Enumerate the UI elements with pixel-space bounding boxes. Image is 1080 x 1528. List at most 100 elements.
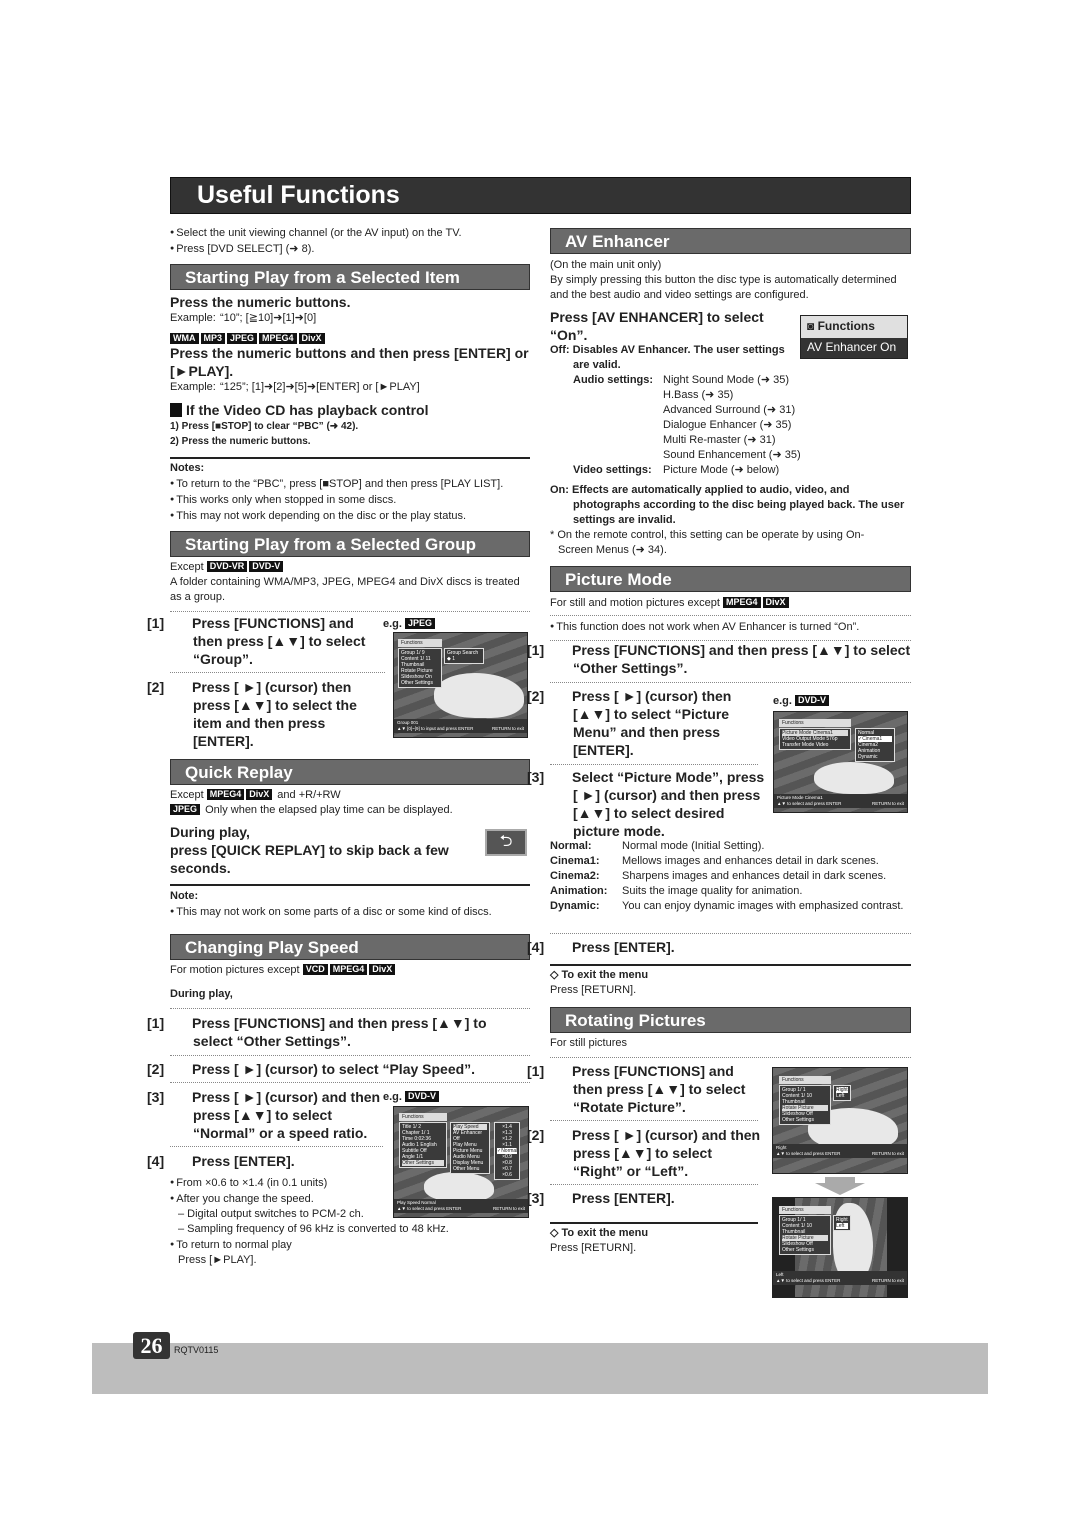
step-number: [2] bbox=[527, 1127, 545, 1143]
speed-step-4: [4] Press [ENTER]. bbox=[147, 1152, 385, 1170]
audio-item: Multi Re-master (➜ 31) bbox=[663, 434, 776, 446]
mode-name: Cinema1: bbox=[550, 855, 600, 867]
status-bar: Group 001 ▲▼ [0]~[9] to input and press E… bbox=[394, 719, 527, 733]
disc-tag: WMA bbox=[170, 333, 199, 344]
step-number: [1] bbox=[147, 1015, 165, 1031]
menu-item-selected: Other Settings bbox=[402, 1160, 444, 1166]
disc-tag: JPEG bbox=[227, 333, 258, 344]
exit-menu-note: ◇ To exit the menu Press [RETURN]. bbox=[550, 968, 911, 998]
picture-step-2: [2] Press [ ►] (cursor) then [▲▼] to sele… bbox=[527, 687, 760, 759]
step-number: [3] bbox=[527, 769, 545, 785]
mode-definition: Cinema2: Sharpens images and enhances det… bbox=[550, 869, 911, 884]
exit-label: ◇ To exit the menu bbox=[550, 969, 649, 981]
note-sub: – Sampling frequency of 96 kHz is conver… bbox=[178, 1223, 449, 1235]
menu-item: Transfer Mode Video bbox=[782, 742, 829, 748]
step-text: Press [ ►] (cursor) and then press [▲▼] … bbox=[192, 1089, 381, 1141]
status-line: ▲▼ to select and press ENTER bbox=[776, 1151, 841, 1156]
other-settings-menu: Play Speed AV Enhancer Off Play Menu Pictur… bbox=[450, 1122, 490, 1174]
page-number: 26 bbox=[133, 1332, 170, 1359]
display-title: Functions bbox=[817, 319, 875, 333]
tv-screen-picture-mode: Functions Picture Mode Cinema1 Video Out… bbox=[773, 711, 908, 813]
status-line: ▲▼ to select and press ENTER bbox=[776, 1278, 841, 1283]
menu-header: Functions bbox=[398, 639, 442, 647]
step-number: [3] bbox=[527, 1190, 545, 1206]
on-text: Effects are automatically applied to aud… bbox=[572, 484, 905, 526]
off-label: Off: bbox=[550, 344, 570, 356]
step-text: Press [FUNCTIONS] and then press [▲▼] to… bbox=[192, 615, 366, 667]
status-line: RETURN to exit bbox=[871, 801, 904, 806]
picture-mode-options: Normal ✓Cinema1 Cinema2 Animation Dynami… bbox=[855, 728, 895, 762]
subheading: Press the numeric buttons. bbox=[170, 294, 351, 310]
intro: Select the unit viewing channel (or the … bbox=[170, 225, 530, 257]
intro-line: By simply pressing this button the disc … bbox=[550, 274, 897, 301]
exit-text: Press [RETURN]. bbox=[550, 1242, 637, 1254]
example-label: Example: bbox=[170, 312, 216, 324]
section-heading-play-speed: Changing Play Speed bbox=[170, 934, 530, 960]
mode-definition: Cinema1: Mellows images and enhances deta… bbox=[550, 854, 911, 869]
for-text: For still pictures bbox=[550, 1037, 628, 1049]
picture-mode-intro: For still and motion pictures except MPE… bbox=[550, 596, 911, 641]
mode-desc: You can enjoy dynamic images with emphas… bbox=[622, 900, 904, 912]
step-text: Press [FUNCTIONS] and then press [▲▼] to… bbox=[572, 1063, 746, 1115]
disc-tag: JPEG bbox=[405, 618, 436, 629]
menu-item: AV Enhancer Off bbox=[453, 1130, 483, 1142]
section-heading-selected-group: Starting Play from a Selected Group bbox=[170, 531, 530, 557]
step-number: [4] bbox=[527, 939, 545, 955]
status-line: RETURN to exit bbox=[871, 1151, 904, 1156]
step-number: [3] bbox=[147, 1089, 165, 1105]
step-text: Press [ ►] (cursor) and then press [▲▼] … bbox=[572, 1127, 761, 1179]
picture-menu: Picture Mode Cinema1 Video Output Mode 5… bbox=[779, 728, 851, 750]
note: This may not work depending on the disc … bbox=[170, 508, 530, 524]
speed-options: ×1.4 ×1.3 ×1.2 ×1.1 ✓Normal ×0.9 ×0.8 ×0.7 ×0.6 bbox=[494, 1122, 520, 1180]
intro-item: Select the unit viewing channel (or the … bbox=[170, 225, 530, 241]
notes-label: Notes: bbox=[170, 462, 205, 474]
example: Example: “10”; [≧10]➜[1]➜[0] bbox=[170, 311, 530, 326]
audio-label: Audio settings: bbox=[573, 374, 654, 386]
menu-item: Other Settings bbox=[782, 1117, 814, 1123]
rotate-step-2: [2] Press [ ►] (cursor) and then press [▲… bbox=[527, 1126, 765, 1180]
disc-tag: DVD-V bbox=[795, 695, 830, 706]
disc-tag: MPEG4 bbox=[259, 333, 297, 344]
rotate-step-3: [3] Press [ENTER]. bbox=[527, 1189, 765, 1207]
step-text: Press [FUNCTIONS] and then press [▲▼] to… bbox=[572, 642, 911, 676]
picture-step-3: [3] Select “Picture Mode”, press [ ►] (cu… bbox=[527, 768, 765, 840]
note: This function does not work when AV Enha… bbox=[550, 619, 911, 635]
status-bar: Right ▲▼ to select and press ENTER RETURN … bbox=[773, 1144, 907, 1158]
eg-label: e.g. bbox=[383, 1091, 402, 1103]
step-text: Select “Picture Mode”, press [ ►] (curso… bbox=[572, 769, 765, 839]
audio-item: Advanced Surround (➜ 31) bbox=[663, 404, 796, 416]
section-selected-item: Press the numeric buttons. Example: “10”;… bbox=[170, 293, 530, 524]
disc-tag: DVD-V bbox=[405, 1091, 440, 1102]
tv-screen-rotate-after: Functions Group 1/ 1 Content 1/ 10 Thumbna… bbox=[772, 1197, 908, 1298]
except-label: Except bbox=[170, 789, 204, 801]
status-line: RETURN to exit bbox=[492, 1206, 525, 1211]
video-item: Picture Mode (➜ below) bbox=[663, 464, 780, 476]
example-text: “125”; [1]➜[2]➜[5]➜[ENTER] or [►PLAY] bbox=[220, 381, 420, 393]
mode-name: Cinema2: bbox=[550, 870, 600, 882]
audio-item: Night Sound Mode (➜ 35) bbox=[663, 374, 790, 386]
step-number: [2] bbox=[527, 688, 545, 704]
page-title: Useful Functions bbox=[170, 177, 911, 214]
jpeg-note: Only when the elapsed play time can be d… bbox=[205, 804, 453, 816]
on-label: On: bbox=[550, 484, 569, 496]
exit-text: Press [RETURN]. bbox=[550, 984, 637, 996]
example-caption: e.g. DVD-V bbox=[383, 1091, 441, 1103]
except-suffix: and +R/+RW bbox=[277, 789, 341, 801]
off-description: Off: Disables AV Enhancer. The user sett… bbox=[550, 343, 790, 373]
video-label: Video settings: bbox=[573, 464, 652, 476]
footnote: * On the remote control, this setting ca… bbox=[550, 529, 865, 556]
audio-item: H.Bass (➜ 35) bbox=[663, 389, 734, 401]
exit-label: ◇ To exit the menu bbox=[550, 1227, 649, 1239]
mode-option: Dynamic bbox=[858, 754, 878, 760]
audio-item: Dialogue Enhancer (➜ 35) bbox=[663, 419, 792, 431]
footer-band bbox=[92, 1343, 988, 1394]
status-line: RETURN to exit bbox=[871, 1278, 904, 1283]
quick-replay-intro: Except MPEG4 DivX and +R/+RW JPEG Only wh… bbox=[170, 788, 530, 818]
step-number: [1] bbox=[527, 642, 545, 658]
for-text: For still and motion pictures except bbox=[550, 597, 720, 609]
step-number: [2] bbox=[147, 679, 165, 695]
eg-label: e.g. bbox=[773, 695, 792, 707]
section-heading-av-enhancer: AV Enhancer bbox=[550, 228, 911, 254]
step-number: [4] bbox=[147, 1153, 165, 1169]
disc-tags: WMA MP3 JPEG MPEG4 DivX bbox=[170, 332, 530, 344]
